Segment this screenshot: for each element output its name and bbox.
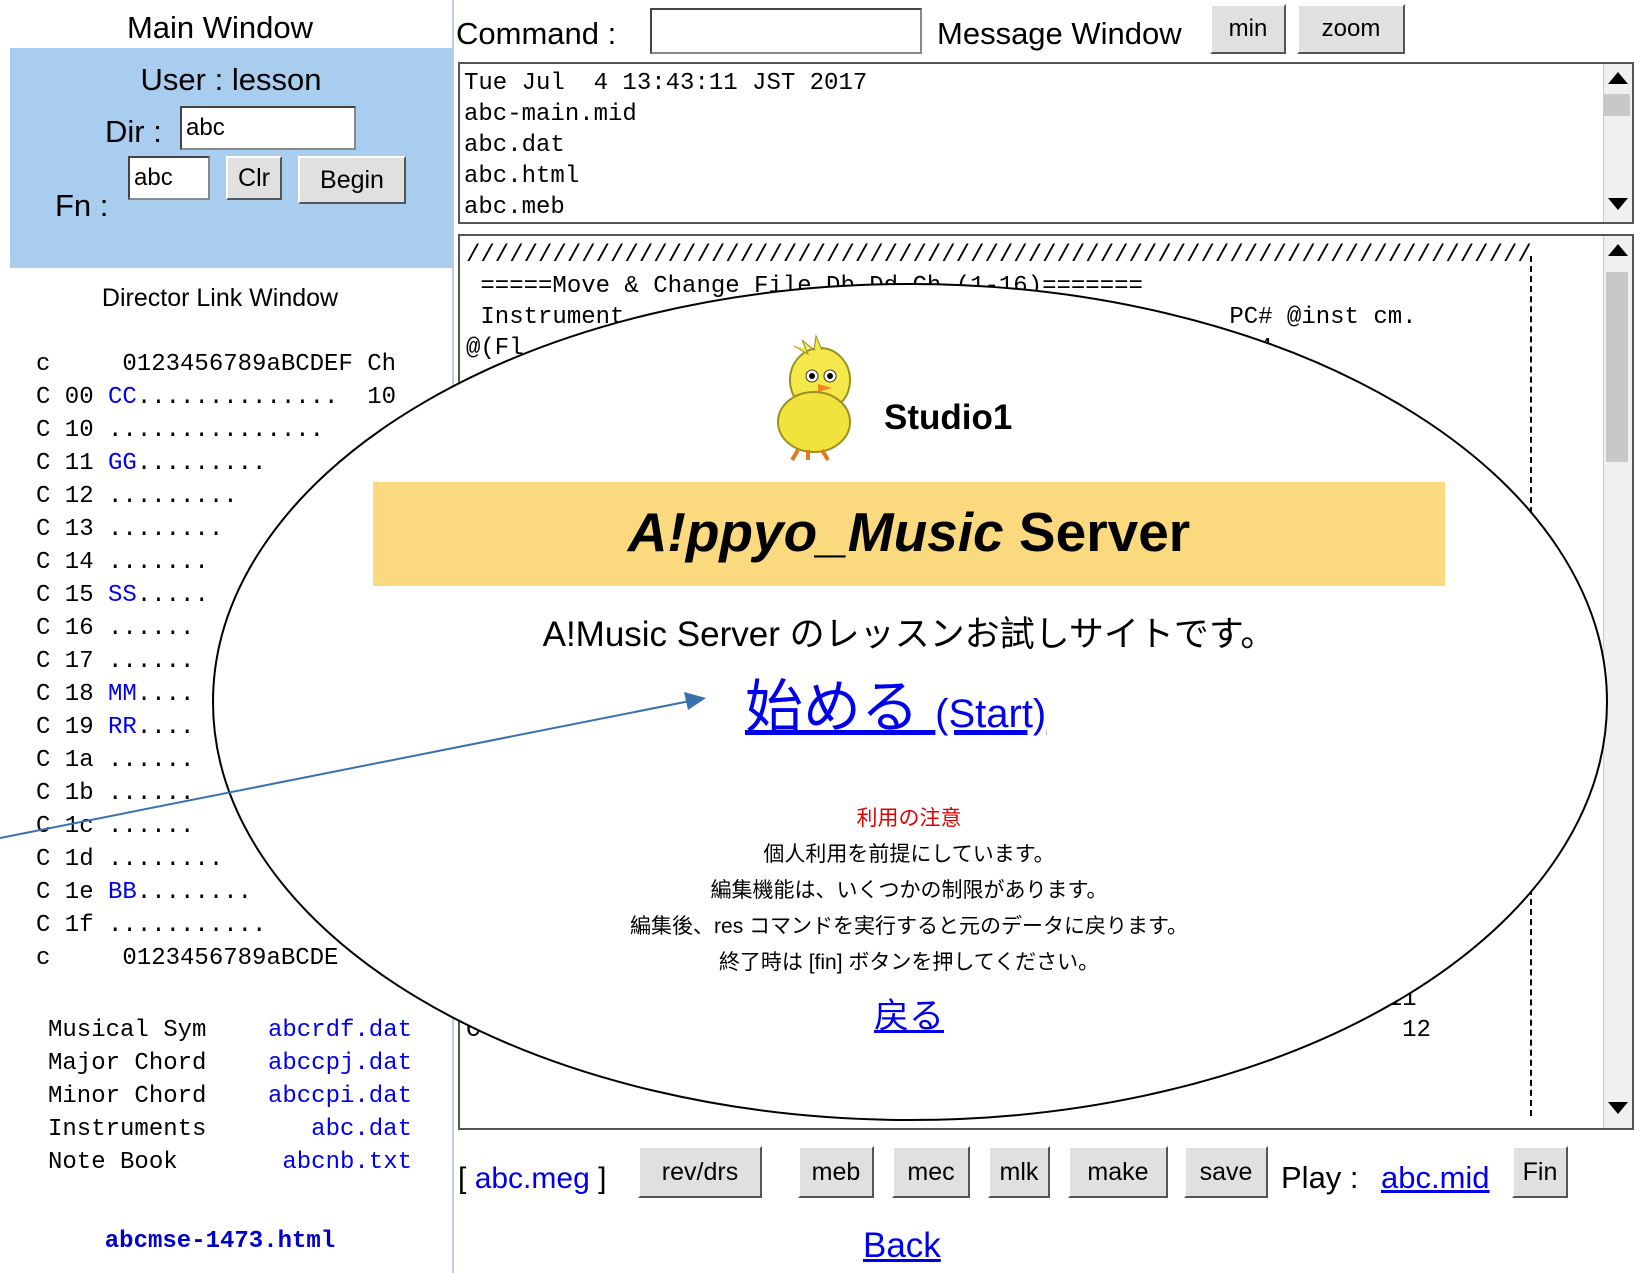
usage-notice-line: 終了時は [fin] ボタンを押してください。 — [718, 951, 1100, 974]
return-link[interactable]: 戻る — [874, 997, 944, 1036]
banner-title: A!ppyo_Music Server — [373, 500, 1445, 564]
usage-notice-line: 編集後、res コマンドを実行すると元のデータに戻ります。 — [630, 915, 1188, 938]
return-link-wrap: 戻る — [373, 988, 1445, 1039]
usage-notice-line: 編集機能は、いくつかの制限があります。 — [710, 879, 1108, 902]
studio-name: Studio1 — [884, 398, 1013, 437]
usage-notice-line: 個人利用を前提にしています。 — [763, 843, 1055, 866]
chick-mascot-icon — [777, 334, 851, 462]
title-banner: A!ppyo_Music Server — [373, 482, 1445, 586]
banner-title-italic: A!ppyo_Music — [627, 501, 1004, 563]
banner-title-rest: Server — [1003, 501, 1191, 563]
start-link[interactable]: 始める (Start) — [745, 660, 1046, 744]
start-link-main[interactable]: 始める — [745, 675, 919, 740]
studio-overlay: Studio1 A!ppyo_Music Server A!Music Serv… — [0, 0, 1634, 1273]
start-link-sub[interactable]: (Start) — [935, 692, 1046, 736]
site-description: A!Music Server のレッスンお試しサイトです。 — [542, 615, 1276, 654]
usage-notice-title: 利用の注意 — [856, 807, 962, 830]
